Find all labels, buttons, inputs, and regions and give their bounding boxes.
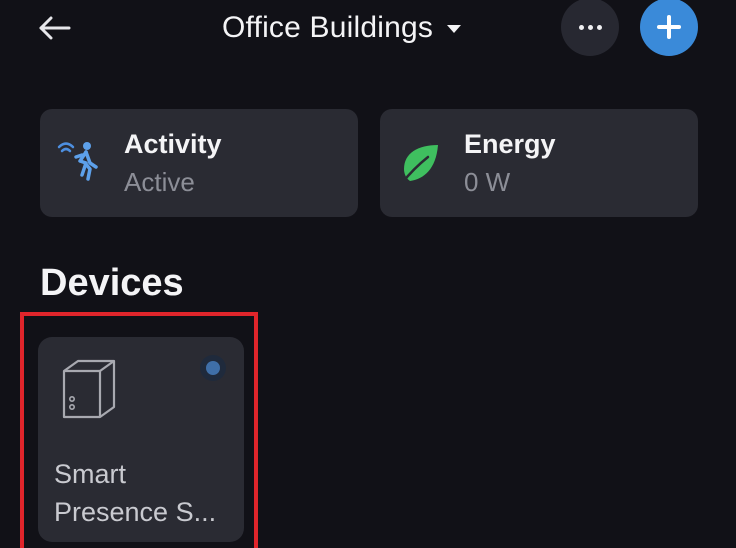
- device-tile[interactable]: Smart Presence S...: [38, 337, 244, 542]
- activity-card[interactable]: Activity Active: [40, 109, 358, 217]
- energy-title: Energy: [464, 129, 556, 159]
- caret-down-icon: [447, 25, 462, 33]
- devices-heading: Devices: [40, 262, 184, 304]
- app-screen: Office Buildings Activity Active Energy …: [0, 0, 736, 548]
- activity-value: Active: [124, 167, 195, 197]
- arrow-left-icon: [39, 16, 71, 40]
- leaf-icon: [400, 145, 438, 185]
- more-options-button[interactable]: [561, 0, 619, 56]
- energy-card[interactable]: Energy 0 W: [380, 109, 698, 217]
- add-button[interactable]: [640, 0, 698, 56]
- device-name: Smart Presence S...: [54, 459, 217, 527]
- ellipsis-icon: [578, 24, 602, 30]
- activity-title: Activity: [124, 129, 222, 159]
- presence-sensor-device-icon: [62, 359, 116, 419]
- plus-icon: [657, 15, 681, 39]
- energy-value: 0 W: [464, 167, 511, 197]
- motion-sensor-person-icon: [57, 142, 98, 181]
- back-button[interactable]: [30, 6, 78, 50]
- top-bar: Office Buildings: [0, 0, 736, 60]
- home-selector[interactable]: Office Buildings: [222, 4, 462, 52]
- device-status-indicator: [200, 355, 226, 381]
- page-title: Office Buildings: [222, 11, 434, 44]
